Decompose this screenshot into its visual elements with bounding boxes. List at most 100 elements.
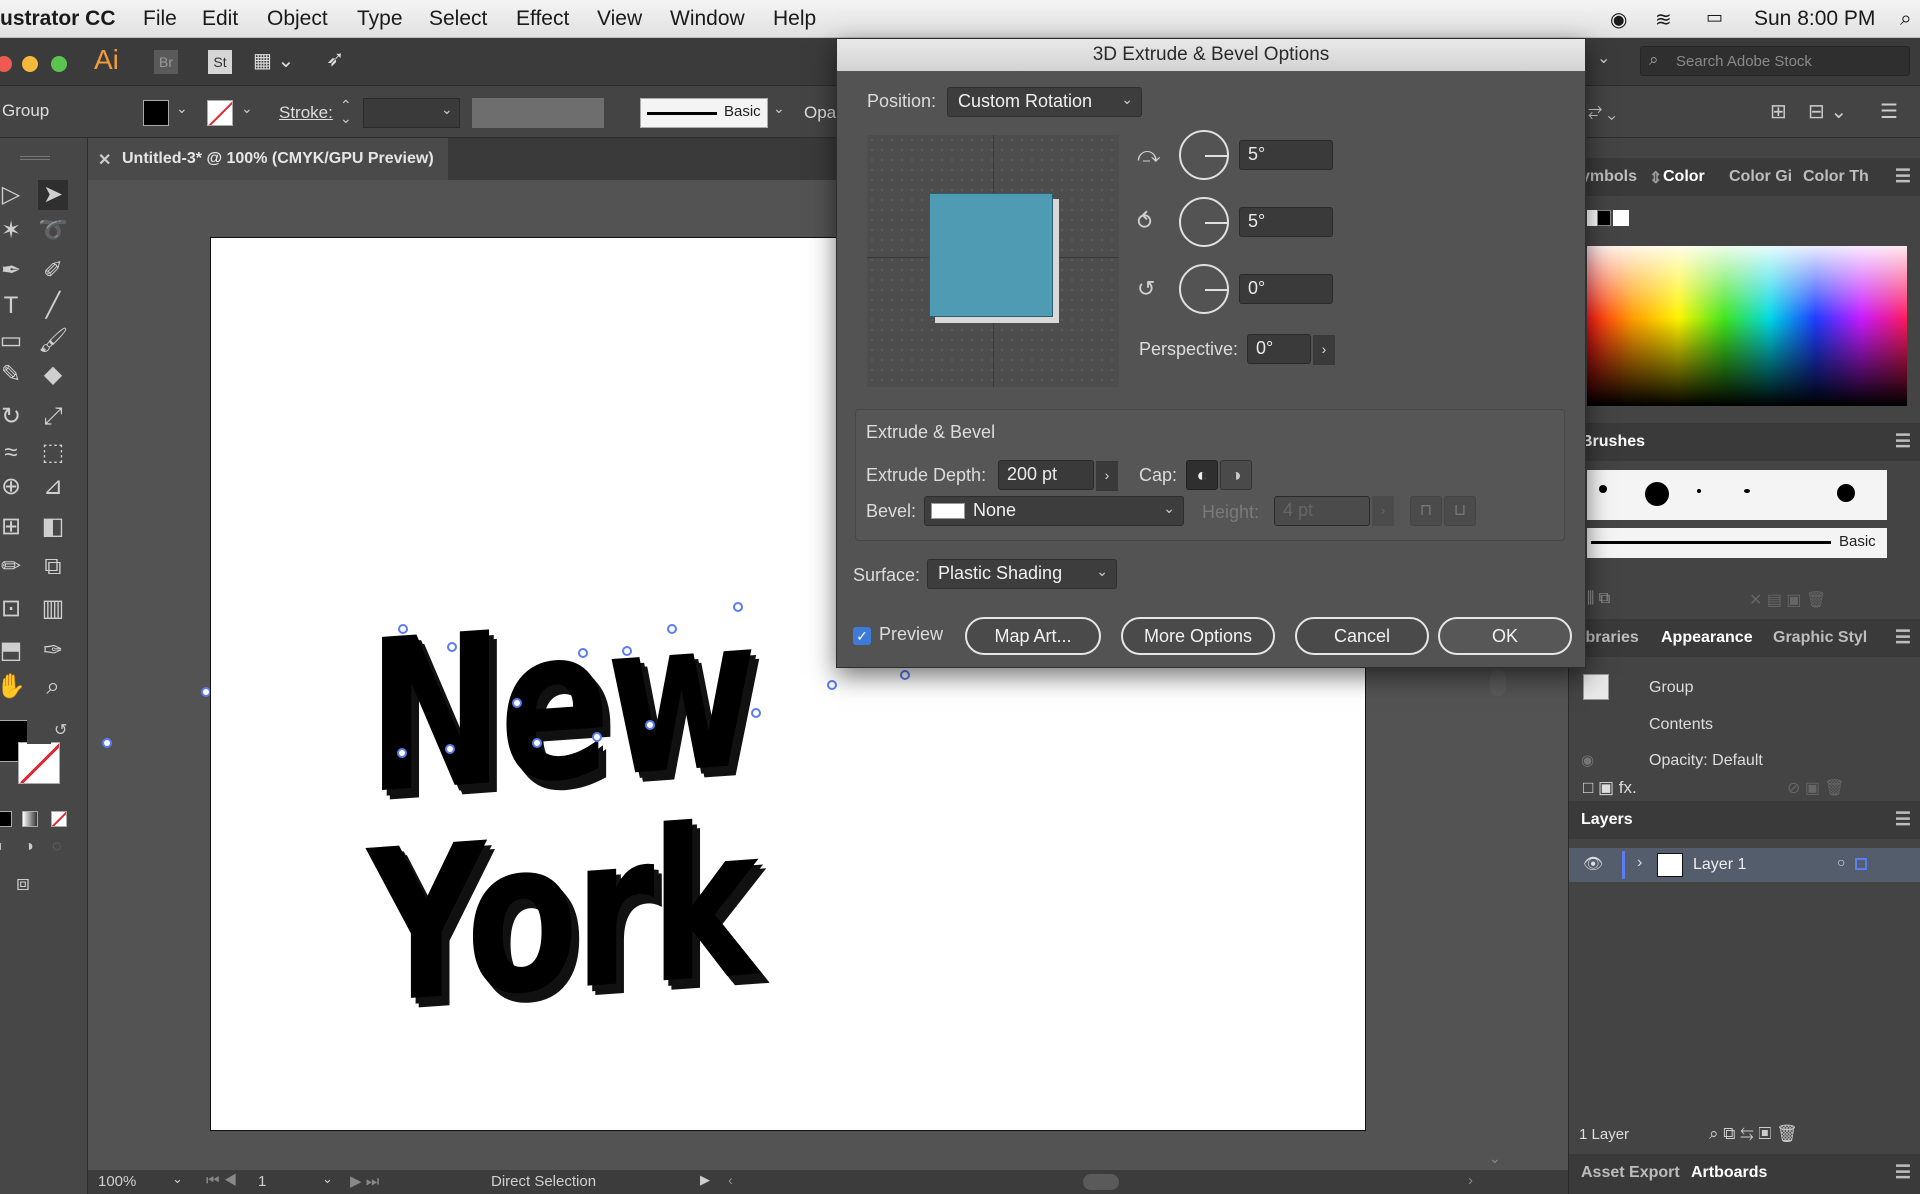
shape-builder-tool-icon[interactable]: ⊕ [0, 472, 26, 502]
tab-artboards[interactable]: Artboards [1691, 1164, 1767, 1182]
extrude-depth-field[interactable]: 200 pt [998, 460, 1094, 490]
zoom-tool-icon[interactable]: ⌕ [38, 672, 68, 702]
fill-swatch[interactable] [143, 100, 169, 126]
menu-view[interactable]: View [597, 7, 642, 31]
menu-effect[interactable]: Effect [516, 7, 569, 31]
appearance-actions-icon[interactable]: □ ▣ fx. [1583, 778, 1637, 798]
perspective-field[interactable]: 0° [1247, 334, 1311, 364]
symbol-sprayer-tool-icon[interactable]: ⊡ [0, 594, 26, 624]
draw-inside-icon[interactable]: ◌ [52, 838, 62, 856]
lasso-tool-icon[interactable]: ➰ [38, 216, 68, 246]
cancel-button[interactable]: Cancel [1295, 617, 1429, 655]
brush-libraries-icon[interactable]: ⫼ ⧉ [1587, 590, 1610, 608]
mini-stroke-swatch[interactable] [1597, 210, 1611, 226]
artboard-tool-icon[interactable]: ⬒ [0, 636, 26, 666]
panel-arrows-icon[interactable]: ⇕ [1649, 168, 1662, 188]
stroke-weight-chevron-icon[interactable]: ⌄ [441, 101, 453, 118]
gpu-rocket-icon[interactable]: ➶ [326, 46, 344, 72]
column-graph-tool-icon[interactable]: ▥ [38, 594, 68, 624]
scroll-down-icon[interactable]: ⌄ [1489, 1150, 1501, 1167]
layer-selection-indicator[interactable] [1855, 858, 1867, 870]
fill-dropdown-chevron-icon[interactable]: ⌄ [176, 100, 188, 117]
tab-asset-export[interactable]: Asset Export [1581, 1164, 1680, 1182]
menu-object[interactable]: Object [267, 7, 328, 31]
none-mode-icon[interactable] [51, 811, 67, 827]
bevel-out-icon[interactable]: ⊓ [1410, 496, 1442, 526]
cap-off-icon[interactable]: ◑ [1220, 460, 1252, 490]
color-spectrum[interactable] [1587, 246, 1907, 406]
scroll-left-icon[interactable]: ‹ [728, 1172, 733, 1189]
brush-thumbnails[interactable] [1587, 470, 1887, 520]
rotation-cube[interactable] [929, 193, 1053, 317]
panel-menu-icon[interactable]: ☰ [1895, 431, 1911, 452]
eraser-tool-icon[interactable]: ◆ [38, 360, 68, 390]
magic-wand-tool-icon[interactable]: ✶ [0, 216, 26, 246]
horizontal-scrollbar-thumb[interactable] [1083, 1174, 1119, 1190]
stock-icon[interactable]: St [208, 50, 232, 74]
curvature-tool-icon[interactable]: ✐ [38, 256, 68, 286]
basic-brush-row[interactable]: Basic [1587, 528, 1887, 558]
workspace-switch-chevron-icon[interactable]: ⌄ [1597, 48, 1610, 68]
brush-dot-large[interactable] [1645, 482, 1669, 506]
bevel-dropdown[interactable]: None ⌄ [924, 496, 1184, 526]
tab-appearance[interactable]: Appearance [1661, 629, 1753, 647]
brush-dot-tiny[interactable] [1697, 489, 1701, 493]
menu-type[interactable]: Type [357, 7, 403, 31]
gradient-tool-icon[interactable]: ◧ [38, 512, 68, 542]
mesh-tool-icon[interactable]: ⊞ [0, 512, 26, 542]
pen-tool-icon[interactable]: ✒ [0, 256, 26, 286]
perspective-grid-tool-icon[interactable]: ⊿ [38, 472, 68, 502]
stroke-dropdown-chevron-icon[interactable]: ⌄ [241, 100, 253, 117]
workspace-layout-icon[interactable]: ▦ ⌄ [253, 48, 294, 73]
draw-behind-icon[interactable]: ◑ [24, 838, 34, 856]
line-tool-icon[interactable]: ╱ [38, 291, 68, 321]
y-axis-field[interactable]: 5° [1239, 207, 1333, 237]
bevel-in-icon[interactable]: ⊔ [1444, 496, 1476, 526]
white-swatch[interactable] [1613, 210, 1629, 226]
cap-on-icon[interactable]: ◐ [1186, 460, 1218, 490]
artboard-chevron-icon[interactable]: ⌄ [322, 1171, 333, 1187]
stroke-swatch[interactable] [207, 100, 233, 126]
height-field[interactable]: 4 pt [1274, 496, 1370, 526]
wifi-icon[interactable]: ≋ [1655, 7, 1672, 32]
stroke-weight-stepper[interactable]: ⌃ ⌄ [340, 98, 352, 125]
appearance-contents[interactable]: Contents [1649, 716, 1713, 734]
screen-mode-icon[interactable]: ⧈ [16, 870, 30, 896]
panel-menu-icon[interactable]: ☰ [1880, 99, 1898, 124]
transform-icon[interactable]: ⊟ ⌄ [1808, 99, 1847, 124]
brush-dot-medium[interactable] [1837, 484, 1855, 502]
visibility-eye-icon[interactable]: ◉ [1581, 751, 1594, 769]
brush-actions-icon[interactable]: ✕ ▤ ▣ 🗑 [1749, 590, 1826, 610]
brush-dot-oval[interactable] [1744, 489, 1750, 493]
stroke-color-box[interactable] [18, 742, 60, 784]
layer-name[interactable]: Layer 1 [1693, 856, 1746, 874]
stroke-label[interactable]: Stroke: [279, 103, 333, 123]
y-axis-dial[interactable] [1179, 197, 1229, 247]
rotation-track-cube[interactable] [867, 135, 1119, 387]
stock-search-box[interactable]: ⌕ Search Adobe Stock [1640, 46, 1910, 76]
artboard-number[interactable]: 1 [258, 1173, 266, 1190]
appearance-group[interactable]: Group [1649, 679, 1693, 697]
layer-row[interactable]: 👁 › Layer 1 ○ [1569, 848, 1920, 882]
x-axis-dial[interactable] [1179, 130, 1229, 180]
tab-libraries[interactable]: ibraries [1581, 629, 1639, 647]
document-tab[interactable]: ✕ Untitled-3* @ 100% (CMYK/GPU Preview) [88, 138, 448, 180]
type-tool-icon[interactable]: T [0, 291, 26, 321]
slice-tool-icon[interactable]: ✑ [38, 636, 68, 666]
tab-symbols[interactable]: ymbols [1581, 168, 1637, 186]
menu-edit[interactable]: Edit [202, 7, 238, 31]
x-axis-field[interactable]: 5° [1239, 140, 1333, 170]
creative-cloud-icon[interactable]: ◉ [1610, 7, 1627, 32]
direct-selection-tool-icon[interactable]: ➤ [38, 180, 68, 210]
variable-width-profile[interactable] [472, 98, 604, 128]
align-icon[interactable]: ⊞ [1770, 99, 1787, 124]
preview-checkbox[interactable]: ✓ [853, 627, 871, 645]
clock[interactable]: Sun 8:00 PM [1754, 7, 1875, 31]
menu-window[interactable]: Window [670, 7, 745, 31]
perspective-slider-arrow-icon[interactable]: › [1313, 335, 1335, 365]
recolor-icon[interactable]: ⥂ ⌄ [1588, 100, 1616, 121]
free-transform-tool-icon[interactable]: ⬚ [38, 438, 68, 468]
position-dropdown[interactable]: Custom Rotation ⌄ [947, 87, 1142, 117]
surface-dropdown[interactable]: Plastic Shading ⌄ [927, 559, 1117, 589]
tab-color-themes[interactable]: Color Th [1803, 168, 1869, 186]
